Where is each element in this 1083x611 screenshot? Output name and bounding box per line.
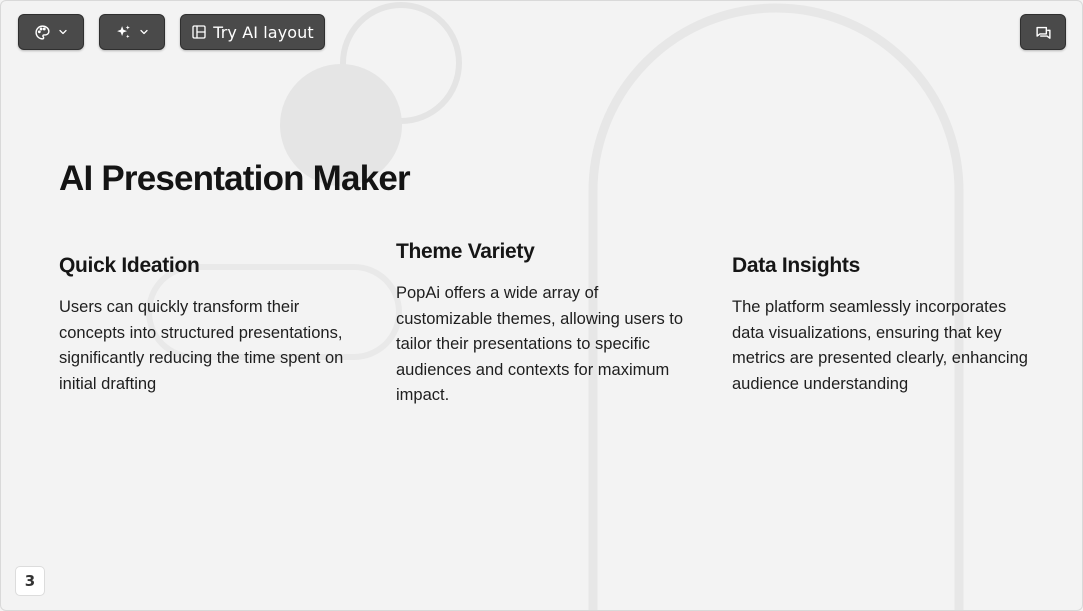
try-ai-layout-button[interactable]: Try AI layout (180, 14, 325, 50)
decor-ring (340, 2, 462, 124)
feature-heading[interactable]: Theme Variety (396, 240, 696, 264)
feature-description[interactable]: PopAi offers a wide array of customizabl… (396, 281, 696, 409)
palette-icon (34, 24, 51, 41)
chevron-down-icon (138, 26, 150, 38)
feature-heading[interactable]: Data Insights (732, 254, 1032, 278)
layout-icon (191, 24, 207, 40)
chat-icon (1035, 24, 1052, 41)
feature-description[interactable]: Users can quickly transform their concep… (59, 295, 359, 397)
try-ai-layout-label: Try AI layout (213, 22, 314, 42)
ai-magic-button[interactable] (99, 14, 165, 50)
sparkle-icon (115, 24, 132, 41)
feature-heading[interactable]: Quick Ideation (59, 254, 359, 278)
slide-title[interactable]: AI Presentation Maker (59, 159, 411, 199)
page-number-badge: 3 (15, 566, 45, 596)
slide-canvas[interactable]: Try AI layout AI Presentation Maker Quic… (0, 0, 1083, 611)
comment-button[interactable] (1020, 14, 1066, 50)
theme-button[interactable] (18, 14, 84, 50)
feature-column-theme-variety: Theme Variety PopAi offers a wide array … (396, 240, 696, 409)
chevron-down-icon (57, 26, 69, 38)
feature-column-quick-ideation: Quick Ideation Users can quickly transfo… (59, 254, 359, 397)
feature-column-data-insights: Data Insights The platform seamlessly in… (732, 254, 1032, 397)
feature-description[interactable]: The platform seamlessly incorporates dat… (732, 295, 1032, 397)
